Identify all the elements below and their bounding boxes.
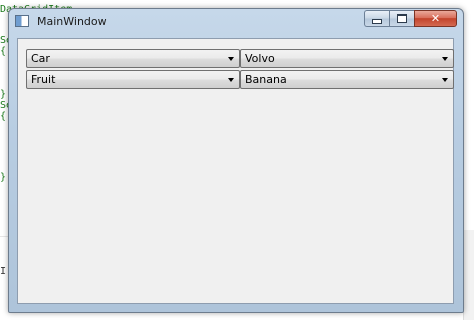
- window-title: MainWindow: [37, 15, 107, 28]
- close-icon: ✕: [430, 12, 441, 25]
- window-app-icon: [15, 15, 29, 27]
- combo-category-1[interactable]: Car: [26, 49, 240, 68]
- close-button[interactable]: ✕: [414, 10, 457, 27]
- combo-value: Car: [31, 52, 50, 65]
- bg-code-line: {: [0, 46, 7, 57]
- maximize-button[interactable]: [389, 10, 414, 27]
- bg-scrollbar: [463, 230, 474, 320]
- dropdown-arrow-icon: [228, 77, 234, 82]
- main-window: MainWindow ✕ Car Volvo Fruit Banana: [8, 8, 464, 313]
- bg-code-line: {: [0, 111, 7, 122]
- caption-buttons: ✕: [364, 10, 457, 28]
- combo-value: Fruit: [31, 73, 56, 86]
- combo-item-1[interactable]: Volvo: [240, 49, 454, 68]
- dropdown-arrow-icon: [442, 77, 448, 82]
- combo-category-2[interactable]: Fruit: [26, 70, 240, 89]
- combo-value: Volvo: [245, 52, 275, 65]
- title-bar[interactable]: MainWindow ✕: [9, 9, 463, 35]
- combo-value: Banana: [245, 73, 287, 86]
- minimize-button[interactable]: [364, 10, 389, 27]
- maximize-icon: [397, 14, 407, 23]
- minimize-icon: [372, 19, 382, 24]
- bg-code-line: }: [0, 172, 7, 183]
- window-client-area: Car Volvo Fruit Banana: [17, 38, 454, 304]
- dropdown-arrow-icon: [228, 56, 234, 61]
- combo-item-2[interactable]: Banana: [240, 70, 454, 89]
- dropdown-arrow-icon: [442, 56, 448, 61]
- bg-code-line: }: [0, 89, 7, 100]
